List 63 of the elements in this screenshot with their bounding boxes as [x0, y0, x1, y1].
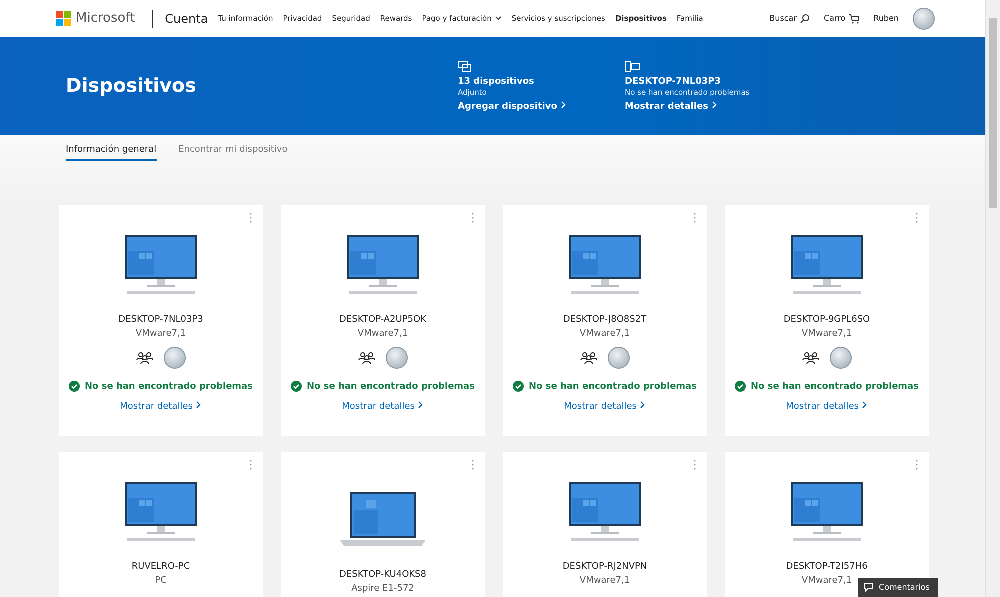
page-title: Dispositivos — [66, 75, 198, 97]
device-name: DESKTOP-A2UP5OK — [339, 315, 426, 325]
user-name[interactable]: Ruben — [874, 14, 899, 23]
device-name: DESKTOP-9GPL6SO — [784, 315, 870, 325]
details-link[interactable]: Mostrar detalles — [120, 401, 202, 412]
tab[interactable]: Encontrar mi dispositivo — [178, 145, 288, 161]
devices-icon — [458, 60, 472, 72]
avatar[interactable] — [913, 8, 935, 30]
device-model: VMware7,1 — [358, 329, 408, 339]
status-text: No se han encontrado problemas — [85, 382, 253, 392]
avatar — [386, 347, 408, 369]
avatar — [164, 347, 186, 369]
device-model: VMware7,1 — [580, 329, 630, 339]
status-text: No se han encontrado problemas — [751, 382, 919, 392]
device-model: VMware7,1 — [802, 329, 852, 339]
check-circle-icon — [69, 381, 80, 392]
people-icon — [136, 351, 154, 365]
device-name: RUVELRO-PC — [132, 562, 190, 572]
chevron-icon — [560, 100, 567, 108]
scrollbar-thumb[interactable] — [989, 18, 997, 208]
search-link[interactable]: Buscar — [770, 14, 810, 24]
chevron-icon — [862, 401, 868, 409]
brand-name: Microsoft — [76, 11, 136, 26]
check-circle-icon — [735, 381, 746, 392]
device-name: DESKTOP-T2I57H6 — [786, 562, 868, 572]
cart-link[interactable]: Carro — [824, 14, 860, 24]
comment-icon — [864, 583, 874, 592]
stat-link[interactable]: Agregar dispositivo — [458, 100, 625, 112]
device-name: DESKTOP-7NL03P3 — [118, 315, 204, 325]
device-name: DESKTOP-RJ2NVPN — [562, 562, 648, 572]
chevron-icon — [640, 401, 646, 409]
stat-link[interactable]: Mostrar detalles — [625, 100, 792, 112]
people-icon — [580, 351, 598, 365]
avatar — [830, 347, 852, 369]
stat-title: DESKTOP-7NL03P3 — [625, 76, 722, 86]
details-link[interactable]: Mostrar detalles — [786, 401, 868, 412]
status-text: No se han encontrado problemas — [307, 382, 475, 392]
people-icon — [358, 351, 376, 365]
people-icon — [802, 351, 820, 365]
logo-icon — [56, 11, 71, 26]
feedback-button[interactable]: Comentarios — [858, 578, 938, 597]
section-title[interactable]: Cuenta — [165, 12, 208, 26]
details-link[interactable]: Mostrar detalles — [564, 401, 646, 412]
device-name: DESKTOP-J8O8S2T — [563, 315, 647, 325]
stat-title: 13 dispositivos — [458, 76, 536, 86]
search-icon — [800, 14, 810, 24]
check-circle-icon — [291, 381, 302, 392]
cart-icon — [848, 14, 860, 24]
device-model: VMware7,1 — [580, 576, 630, 586]
chevron-icon — [712, 100, 718, 108]
details-link[interactable]: Mostrar detalles — [342, 401, 424, 412]
device-model: VMware7,1 — [802, 576, 852, 586]
pc-tower-icon — [625, 60, 641, 72]
chevron-icon — [418, 401, 424, 409]
chevron-icon — [196, 401, 202, 409]
device-name: DESKTOP-KU4OKS8 — [340, 570, 426, 580]
avatar — [608, 347, 630, 369]
device-model: VMware7,1 — [136, 329, 186, 339]
status-text: No se han encontrado problemas — [529, 382, 697, 392]
device-model: PC — [155, 576, 167, 586]
check-circle-icon — [513, 381, 524, 392]
device-model: Aspire E1-572 — [352, 584, 414, 594]
tab[interactable]: Información general — [66, 145, 157, 161]
